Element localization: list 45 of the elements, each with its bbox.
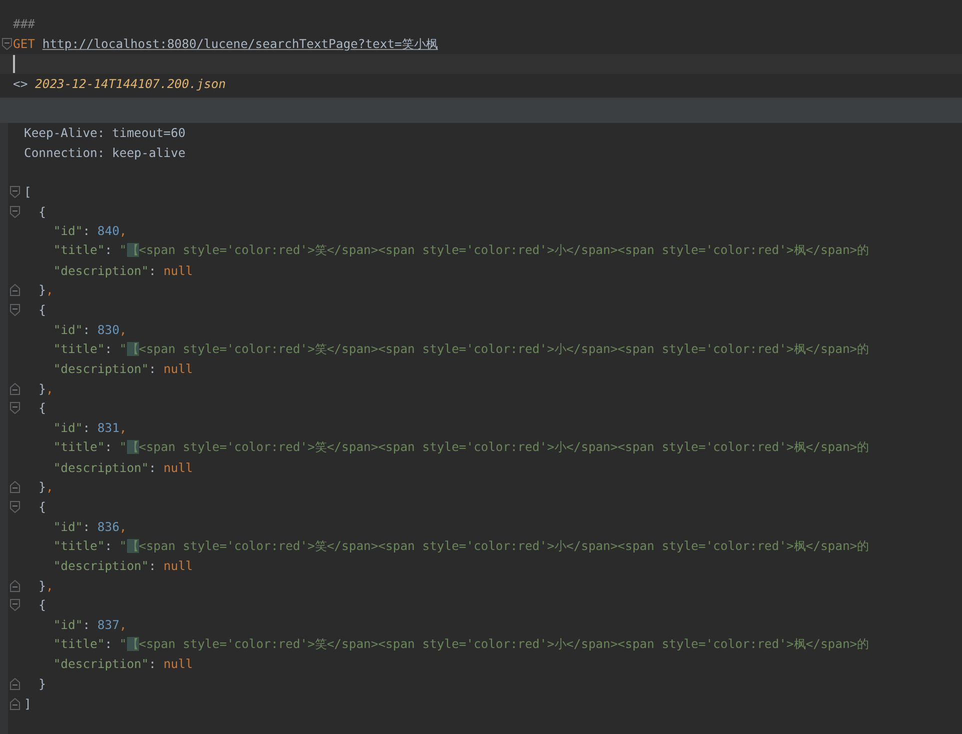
code-line: "id": 837, (52, 618, 127, 632)
code-line: "id": 830, (52, 322, 127, 337)
code-line: "description": null (52, 362, 193, 376)
fold-icon[interactable] (10, 500, 20, 513)
code-line: "description": null (52, 657, 193, 672)
code-line: "title": "【<span style='color:red'>笑</span><span style='color:red'>小</span><span style='color:red'>枫</span>的 (52, 340, 870, 358)
code-line: }, (38, 382, 54, 396)
unfold-icon[interactable] (10, 678, 20, 690)
code-line: "id": 840, (52, 224, 127, 238)
code-line: "title": "【<span style='color:red'>笑</span><span style='color:red'>小</span><span style='color:red'>枫</span>的 (52, 439, 870, 456)
code-line: { (38, 500, 46, 514)
fold-icon[interactable] (10, 186, 20, 198)
fold-icon[interactable] (2, 38, 12, 50)
response-header: Connection: keep-alive (24, 146, 186, 160)
unfold-icon[interactable] (10, 698, 20, 710)
code-line: "title": "【<span style='color:red'>笑</span><span style='color:red'>小</span><span style='color:red'>枫</span>的 (52, 538, 870, 555)
code-line: { (38, 303, 46, 318)
code-line: { (38, 598, 46, 612)
unfold-icon[interactable] (10, 580, 20, 592)
code-line: "title": "【<span style='color:red'>笑</span><span style='color:red'>小</span><span style='color:red'>枫</span>的 (52, 636, 870, 654)
code-line: { (38, 401, 46, 416)
request-separator: ### (13, 17, 36, 31)
request-line: GET http://localhost:8080/lucene/searchTextPage?text=笑小枫 (13, 36, 438, 52)
code-line: [ (24, 184, 32, 199)
code-line: ] (24, 696, 32, 711)
unfold-icon[interactable] (10, 382, 20, 395)
fold-icon[interactable] (10, 304, 20, 316)
code-line: "description": null (52, 558, 193, 573)
code-line: }, (38, 480, 54, 494)
code-line: "description": null (52, 264, 193, 278)
response-header: Keep-Alive: timeout=60 (24, 126, 186, 140)
code-line: } (38, 677, 46, 692)
code-line: "title": "【<span style='color:red'>笑</span><span style='color:red'>小</span><span style='color:red'>枫</span>的 (52, 242, 870, 260)
code-line: }, (38, 578, 54, 593)
code-line: }, (38, 283, 54, 298)
url-link[interactable]: http://localhost:8080/lucene/searchTextPage?text=笑小枫 (42, 36, 438, 50)
code-line: "id": 836, (52, 520, 127, 534)
fold-icon[interactable] (10, 206, 20, 218)
code-line: "description": null (52, 460, 193, 475)
unfold-icon[interactable] (10, 481, 20, 494)
code-line: "id": 831, (52, 421, 127, 436)
unfold-icon[interactable] (10, 284, 20, 296)
code-line: { (38, 204, 46, 219)
fold-icon[interactable] (10, 402, 20, 414)
fold-icon[interactable] (10, 599, 20, 612)
